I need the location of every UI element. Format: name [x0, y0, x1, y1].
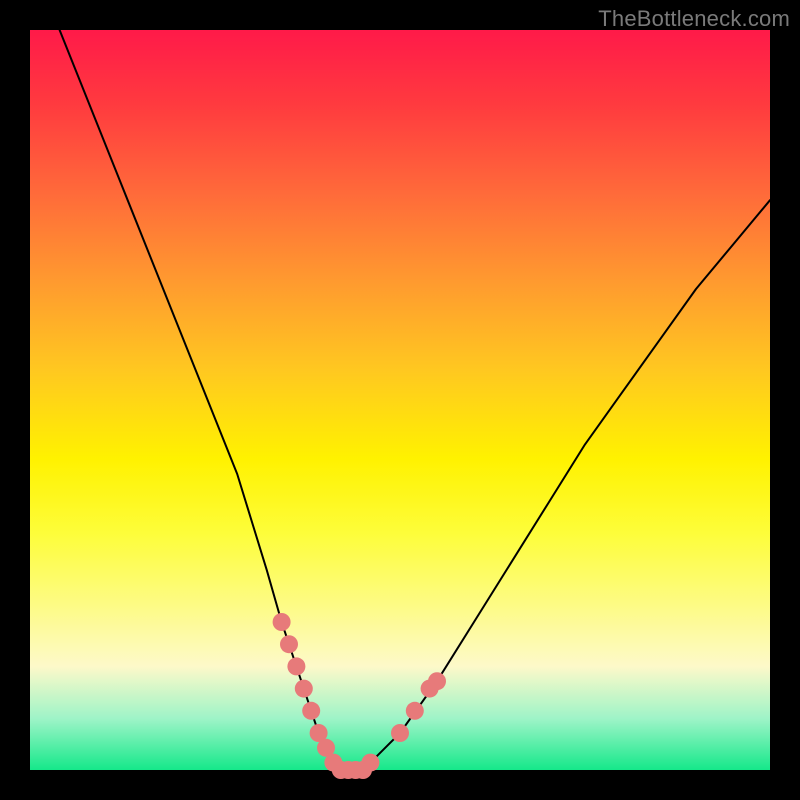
- right-segment-dot: [391, 724, 409, 742]
- left-segment-dot: [287, 657, 305, 675]
- left-segment-dot: [273, 613, 291, 631]
- chart-svg: [30, 30, 770, 770]
- left-segment-dot: [280, 635, 298, 653]
- bottom-segment-dot: [361, 754, 379, 772]
- bottleneck-curve: [60, 30, 770, 770]
- plot-area: [30, 30, 770, 770]
- marker-group: [273, 613, 446, 779]
- left-segment-dot: [302, 702, 320, 720]
- right-segment-dot: [428, 672, 446, 690]
- left-segment-dot: [295, 680, 313, 698]
- right-segment-dot: [406, 702, 424, 720]
- chart-stage: TheBottleneck.com: [0, 0, 800, 800]
- watermark-label: TheBottleneck.com: [598, 6, 790, 32]
- curve-group: [60, 30, 770, 770]
